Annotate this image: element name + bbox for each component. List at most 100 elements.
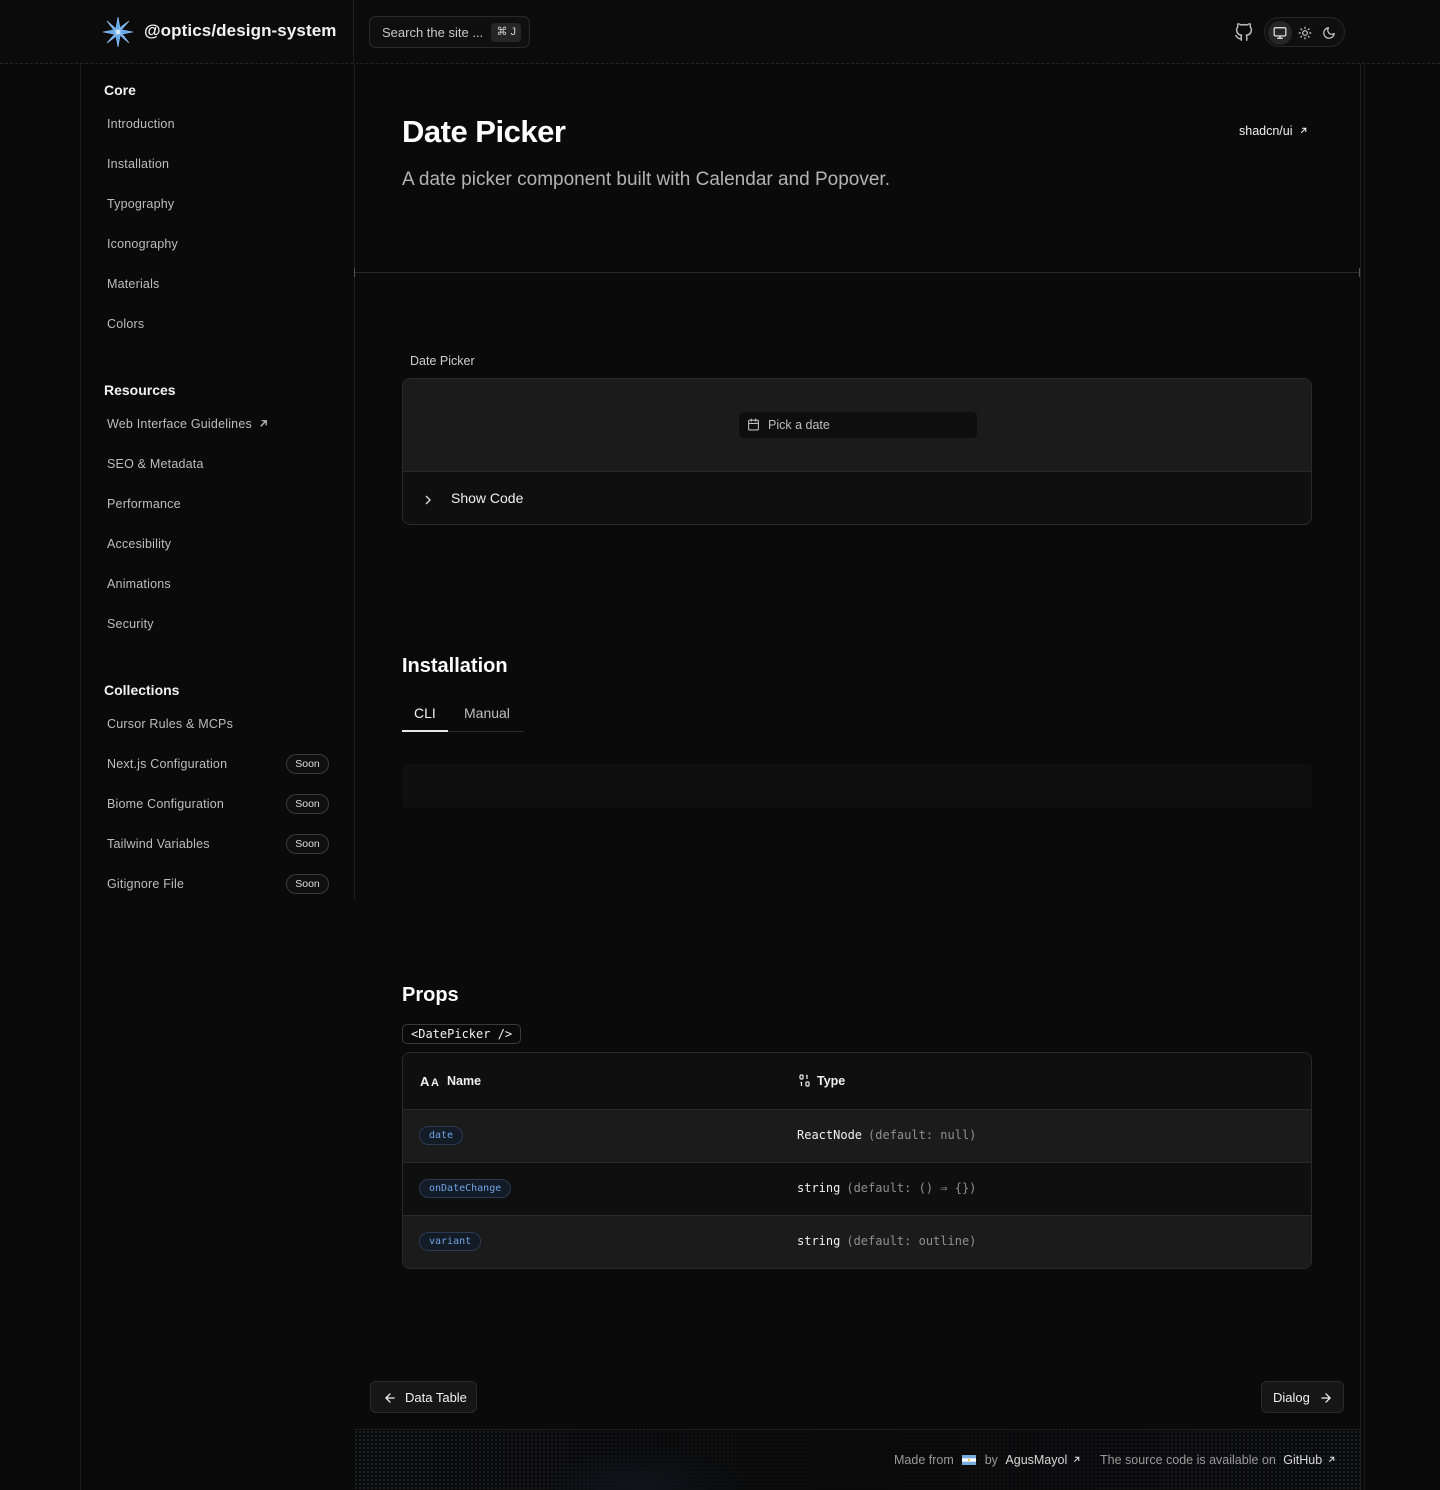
by-text: by	[984, 1453, 998, 1467]
search-shortcut-kbd: ⌘ J	[491, 23, 521, 42]
search-placeholder: Search the site ...	[382, 25, 484, 40]
sun-icon	[1298, 26, 1312, 40]
props-table: AA Name Type date ReactNode (default: nul…	[402, 1052, 1312, 1269]
prop-type: string (default: outline)	[797, 1234, 976, 1248]
sidebar-item-tailwind-variables[interactable]: Tailwind Variables	[107, 837, 210, 851]
prop-default: (default: null)	[868, 1128, 977, 1142]
table-row: onDateChange string (default: () ⇒ {})	[403, 1162, 1311, 1215]
arrow-right-icon	[1321, 1393, 1331, 1403]
sidebar-item-animations[interactable]: Animations	[107, 577, 171, 591]
column-header-name: Name	[447, 1074, 482, 1088]
github-icon[interactable]	[1233, 21, 1255, 43]
sidebar-item-label: Web Interface Guidelines	[107, 417, 252, 431]
sidebar-item-nextjs-configuration[interactable]: Next.js Configuration	[107, 757, 227, 771]
sidebar-item-performance[interactable]: Performance	[107, 497, 181, 511]
external-arrow-icon	[1329, 1456, 1335, 1463]
footer-made-from: Made from by AgusMayol	[894, 1453, 1081, 1467]
sidebar-section-title-collections: Collections	[104, 682, 180, 698]
sidebar-item-introduction[interactable]: Introduction	[107, 117, 175, 131]
soon-badge: Soon	[286, 874, 329, 894]
tab-cli[interactable]: CLI	[414, 705, 436, 721]
soon-badge: Soon	[286, 794, 329, 814]
binary-icon	[799, 1074, 810, 1087]
calendar-icon	[748, 418, 759, 431]
sidebar-item-materials[interactable]: Materials	[107, 277, 160, 291]
sidebar-item-accesibility[interactable]: Accesibility	[107, 537, 171, 551]
sidebar-section-title-core: Core	[104, 82, 136, 98]
header-divider	[353, 0, 354, 64]
next-page-label: Dialog	[1273, 1390, 1310, 1405]
sidebar-item-typography[interactable]: Typography	[107, 197, 174, 211]
pick-date-button[interactable]: Pick a date	[739, 412, 977, 438]
table-row: date ReactNode (default: null)	[403, 1109, 1311, 1162]
chevron-right-icon[interactable]	[423, 493, 433, 507]
source-text: The source code is available on	[1100, 1453, 1276, 1467]
footer-source: The source code is available on GitHub	[1100, 1453, 1336, 1467]
cli-code-block	[402, 764, 1312, 808]
tab-manual[interactable]: Manual	[464, 705, 510, 721]
search-input[interactable]: Search the site ... ⌘ J	[369, 16, 530, 48]
installation-heading: Installation	[402, 655, 508, 677]
prop-type: ReactNode (default: null)	[797, 1128, 976, 1142]
svg-text:A: A	[420, 1074, 430, 1088]
sidebar-item-iconography[interactable]: Iconography	[107, 237, 178, 251]
prev-page-button[interactable]: Data Table	[370, 1381, 477, 1413]
external-arrow-icon	[260, 420, 267, 427]
prop-name-pill: variant	[419, 1232, 482, 1251]
theme-system-button[interactable]	[1268, 21, 1292, 45]
sidebar-item-gitignore-file[interactable]: Gitignore File	[107, 877, 184, 891]
prop-name-pill: onDateChange	[419, 1179, 512, 1198]
props-heading: Props	[402, 984, 459, 1006]
prop-type: string (default: () ⇒ {})	[797, 1181, 976, 1195]
theme-switcher	[1264, 17, 1345, 47]
active-tab-indicator	[402, 730, 448, 732]
author-link[interactable]: AgusMayol	[1005, 1453, 1067, 1467]
prop-type-value: string	[797, 1181, 841, 1195]
demo-label: Date Picker	[410, 354, 475, 368]
sidebar-item-web-interface-guidelines[interactable]: Web Interface Guidelines	[107, 417, 269, 431]
demo-preview: Pick a date	[403, 379, 1311, 472]
theme-light-button[interactable]	[1293, 21, 1317, 45]
sidebar-item-security[interactable]: Security	[107, 617, 154, 631]
installation-tabs: CLI Manual	[402, 700, 524, 732]
demo-card: Pick a date Show Code	[402, 378, 1312, 525]
prop-default: (default: outline)	[846, 1234, 977, 1248]
shadcn-ui-link[interactable]: shadcn/ui	[1239, 124, 1308, 138]
top-header: @optics/design-system Search the site ..…	[0, 0, 1440, 64]
svg-text:A: A	[431, 1077, 439, 1088]
github-source-link[interactable]: GitHub	[1283, 1453, 1322, 1467]
text-case-icon: AA	[420, 1074, 439, 1088]
theme-dark-button[interactable]	[1317, 21, 1341, 45]
separator-tick-left	[354, 268, 355, 277]
snowflake-logo-icon[interactable]	[102, 16, 134, 48]
pick-date-label: Pick a date	[768, 418, 830, 432]
sidebar: Core Introduction Installation Typograph…	[80, 64, 355, 900]
arrow-left-icon	[385, 1393, 395, 1403]
external-arrow-icon	[1074, 1456, 1080, 1463]
column-header-type: Type	[817, 1074, 846, 1088]
table-row: variant string (default: outline)	[403, 1215, 1311, 1268]
soon-badge: Soon	[286, 834, 329, 854]
next-page-button[interactable]: Dialog	[1261, 1381, 1344, 1413]
monitor-icon	[1273, 27, 1287, 39]
external-arrow-icon	[1300, 127, 1307, 134]
component-tag: <DatePicker />	[402, 1024, 522, 1044]
page-title: Date Picker	[402, 114, 566, 149]
sidebar-item-cursor-rules[interactable]: Cursor Rules & MCPs	[107, 717, 233, 731]
footer: Made from by AgusMayol The source code i…	[354, 1429, 1361, 1490]
prop-name-pill: date	[419, 1126, 464, 1145]
sidebar-item-colors[interactable]: Colors	[107, 317, 144, 331]
header-separator	[354, 272, 1361, 273]
moon-icon	[1323, 27, 1335, 39]
right-guide-line	[1364, 64, 1365, 1490]
prev-page-label: Data Table	[405, 1390, 467, 1405]
made-from-text: Made from	[894, 1453, 954, 1467]
separator-tick-right	[1359, 268, 1360, 277]
show-code-toggle[interactable]: Show Code	[451, 490, 523, 506]
sidebar-item-biome-configuration[interactable]: Biome Configuration	[107, 797, 224, 811]
prop-type-value: string	[797, 1234, 841, 1248]
soon-badge: Soon	[286, 754, 329, 774]
site-name[interactable]: @optics/design-system	[144, 21, 337, 41]
sidebar-item-seo-metadata[interactable]: SEO & Metadata	[107, 457, 204, 471]
sidebar-item-installation[interactable]: Installation	[107, 157, 169, 171]
